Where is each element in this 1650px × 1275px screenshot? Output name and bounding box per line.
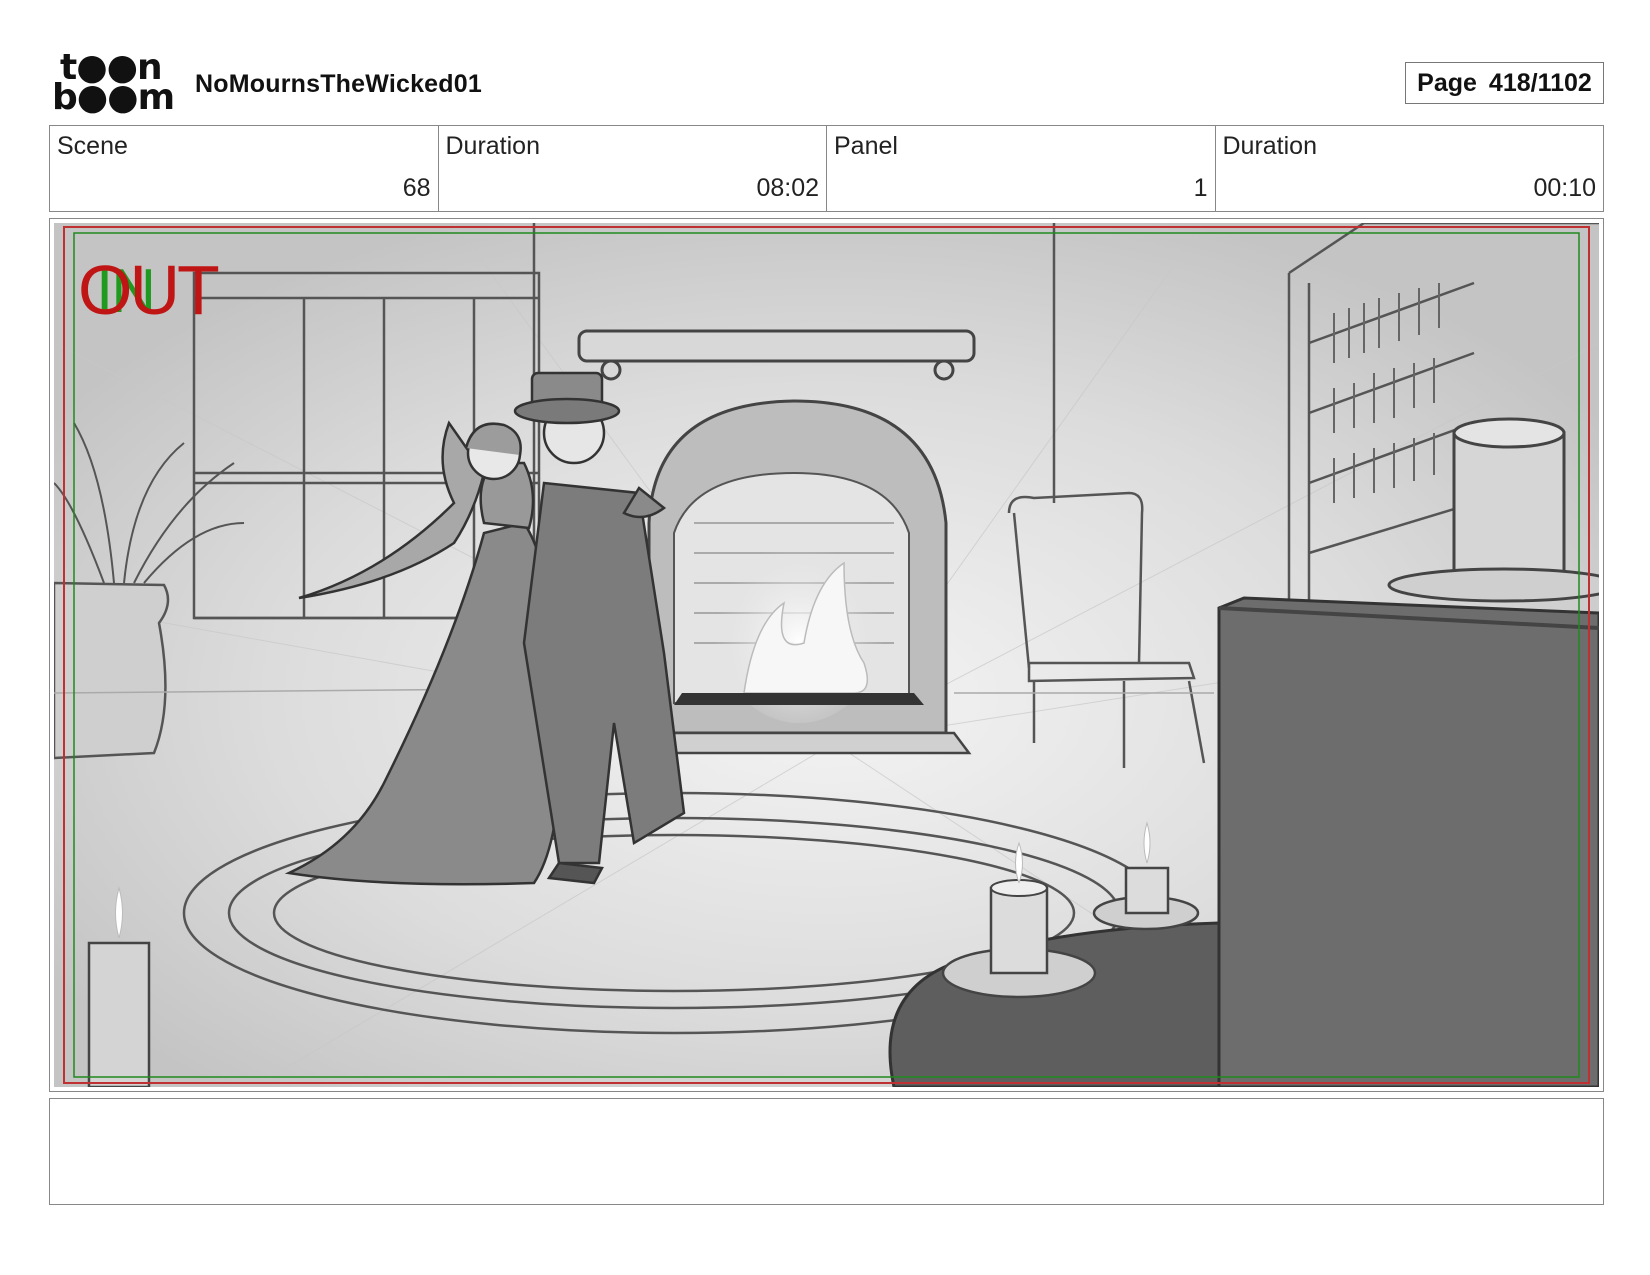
scene-cell: Scene 68 xyxy=(50,126,439,211)
logo-line-2: b●●m xyxy=(52,77,175,118)
page-number: 418/1102 xyxy=(1488,68,1592,97)
scene-duration-cell: Duration 08:02 xyxy=(439,126,827,211)
scene-value: 68 xyxy=(402,174,431,202)
panel-sketch-image xyxy=(54,223,1599,1087)
toonboom-logo: t●●n b●●m xyxy=(52,50,175,116)
panel-duration-value: 00:10 xyxy=(1533,174,1596,202)
storyboard-panel xyxy=(49,218,1604,1092)
panel-duration-label: Duration xyxy=(1222,132,1318,160)
out-marker: OUT xyxy=(78,251,220,329)
page-label: Page xyxy=(1417,68,1477,97)
scene-duration-value: 08:02 xyxy=(756,174,819,202)
scene-label: Scene xyxy=(57,132,128,160)
panel-duration-cell: Duration 00:10 xyxy=(1216,126,1604,211)
panel-label: Panel xyxy=(834,132,898,160)
scene-info-table: Scene 68 Duration 08:02 Panel 1 Duration… xyxy=(49,125,1604,212)
panel-notes-box xyxy=(49,1098,1604,1205)
panel-cell: Panel 1 xyxy=(827,126,1216,211)
project-title: NoMournsTheWicked01 xyxy=(195,70,482,98)
page-indicator: Page 418/1102 xyxy=(1405,62,1604,104)
scene-duration-label: Duration xyxy=(445,132,541,160)
panel-value: 1 xyxy=(1193,174,1208,202)
